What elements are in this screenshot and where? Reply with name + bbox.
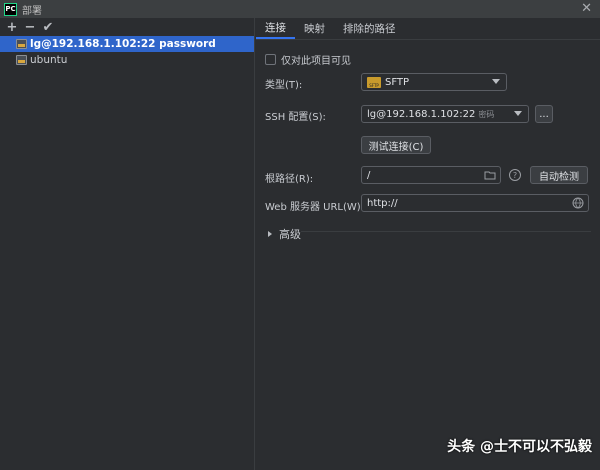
server-item-lg[interactable]: lg@192.168.1.102:22 password: [0, 36, 254, 52]
server-item-label: ubuntu: [30, 54, 68, 66]
visible-only-checkbox[interactable]: [265, 54, 276, 65]
divider: [301, 231, 591, 232]
type-value: SFTP: [385, 76, 410, 88]
help-icon[interactable]: ?: [509, 169, 521, 181]
tab-connection[interactable]: 连接: [256, 18, 295, 39]
title-bar: PC 部署 ✕: [0, 0, 600, 18]
web-url-value: http://: [367, 197, 398, 209]
tab-excluded-paths[interactable]: 排除的路径: [334, 18, 405, 39]
web-url-label: Web 服务器 URL(W):: [265, 202, 365, 213]
type-select[interactable]: SFTP SFTP: [361, 73, 507, 91]
root-path-input[interactable]: /: [361, 166, 501, 184]
server-settings-panel: 连接 映射 排除的路径 仅对此项目可见 类型(T): SFTP SFTP SSH…: [256, 18, 600, 470]
server-toolbar: + − ✔: [0, 18, 254, 36]
test-connection-button[interactable]: 测试连接(C): [361, 136, 431, 154]
server-list-panel: + − ✔ lg@192.168.1.102:22 password ubunt…: [0, 18, 255, 470]
visible-only-label: 仅对此项目可见: [281, 56, 351, 67]
ssh-config-browse-button[interactable]: ...: [535, 105, 553, 123]
watermark: 头条 @士不可以不弘毅: [447, 439, 592, 455]
set-default-button[interactable]: ✔: [39, 19, 57, 35]
chevron-right-icon: [268, 231, 272, 237]
type-label: 类型(T):: [265, 80, 303, 91]
chevron-down-icon: [492, 79, 500, 84]
sftp-server-icon: [16, 55, 27, 65]
advanced-label: 高级: [279, 228, 301, 241]
root-path-label: 根路径(R):: [265, 174, 314, 185]
sftp-server-icon: [16, 39, 27, 49]
logo-text: PC: [5, 5, 16, 13]
remove-server-button[interactable]: −: [21, 19, 39, 35]
tab-mappings[interactable]: 映射: [295, 18, 334, 39]
window-title: 部署: [22, 5, 42, 17]
server-item-ubuntu[interactable]: ubuntu: [0, 52, 254, 68]
ssh-config-value: lg@192.168.1.102:22: [367, 108, 476, 120]
close-button[interactable]: ✕: [581, 1, 592, 16]
folder-icon[interactable]: [484, 169, 496, 181]
web-url-input[interactable]: http://: [361, 194, 589, 212]
ssh-config-select[interactable]: lg@192.168.1.102:22 密码: [361, 105, 529, 123]
add-server-button[interactable]: +: [3, 19, 21, 35]
visible-only-row[interactable]: 仅对此项目可见: [265, 52, 351, 67]
sftp-icon: SFTP: [367, 76, 381, 88]
settings-tabs: 连接 映射 排除的路径: [256, 18, 600, 40]
globe-icon[interactable]: [572, 197, 584, 209]
root-path-value: /: [367, 169, 371, 181]
ssh-auth-hint: 密码: [478, 109, 495, 119]
advanced-section-toggle[interactable]: 高级: [268, 226, 301, 242]
chevron-down-icon: [514, 111, 522, 116]
ssh-config-label: SSH 配置(S):: [265, 112, 326, 123]
autodetect-button[interactable]: 自动检测: [530, 166, 588, 184]
server-item-label: lg@192.168.1.102:22 password: [30, 38, 216, 50]
pycharm-logo-icon: PC: [4, 2, 17, 16]
